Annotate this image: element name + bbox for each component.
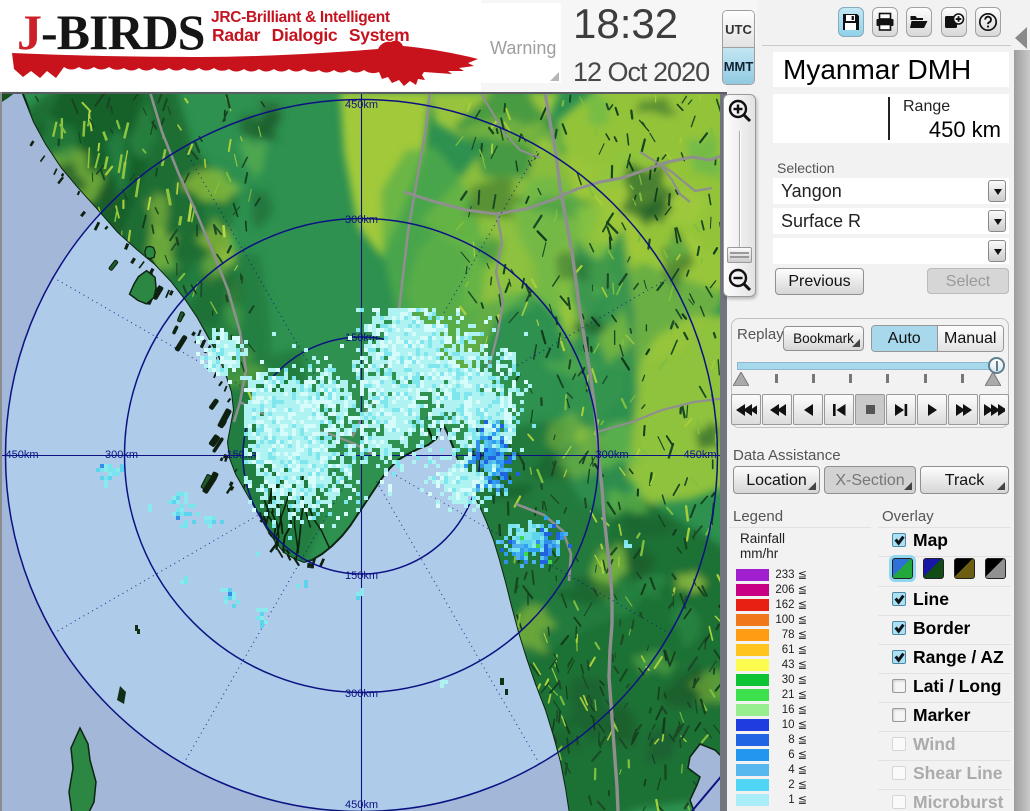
svg-text:450km: 450km — [683, 449, 716, 461]
svg-text:300km: 300km — [595, 449, 628, 461]
svg-text:450km: 450km — [345, 799, 378, 811]
svg-text:300km: 300km — [345, 688, 378, 700]
svg-text:450km: 450km — [345, 99, 378, 111]
svg-text:150km: 150km — [345, 570, 378, 582]
svg-text:300km: 300km — [105, 449, 138, 461]
svg-text:450km: 450km — [5, 449, 38, 461]
svg-text:300km: 300km — [345, 214, 378, 226]
